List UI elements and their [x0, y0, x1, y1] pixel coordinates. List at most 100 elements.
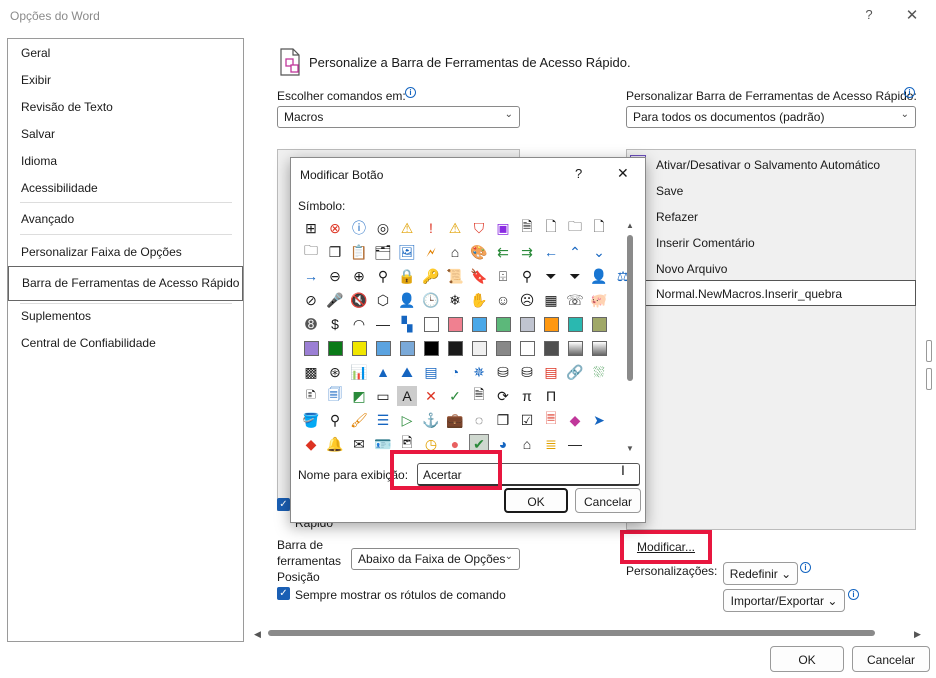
- color-swatch[interactable]: [325, 338, 345, 358]
- qat-item-redo[interactable]: Refazer: [656, 210, 698, 224]
- sidebar-item-exibir[interactable]: Exibir: [21, 73, 51, 87]
- forward-circle-icon[interactable]: ⊕: [349, 266, 369, 286]
- choose-commands-combo[interactable]: Macros ⌄: [277, 106, 520, 128]
- mountains-icon[interactable]: ⛰: [397, 362, 417, 382]
- paste-icon[interactable]: 📋: [349, 242, 369, 262]
- qat-item-macro[interactable]: Normal.NewMacros.Inserir_quebra: [656, 287, 842, 301]
- info-icon[interactable]: i: [904, 87, 915, 98]
- pi-symbol-icon[interactable]: π: [517, 386, 537, 406]
- bell-icon[interactable]: 🔔: [325, 434, 345, 454]
- double-arrow-left-icon[interactable]: ⇇: [493, 242, 513, 262]
- color-swatch[interactable]: [541, 314, 561, 334]
- dialog-close-button[interactable]: ✕: [617, 165, 629, 182]
- target-icon[interactable]: ◎: [373, 218, 393, 238]
- form-icon[interactable]: ▤: [541, 362, 561, 382]
- checklist-icon[interactable]: ☑: [517, 410, 537, 430]
- search-icon[interactable]: ⚲: [517, 266, 537, 286]
- horizontal-scrollbar[interactable]: ◀ ▶: [254, 626, 926, 640]
- sidebar-item-idioma[interactable]: Idioma: [21, 154, 57, 168]
- scroll-right-icon[interactable]: ▶: [914, 629, 921, 640]
- list-icon[interactable]: ☰: [373, 410, 393, 430]
- scroll-icon[interactable]: 📜: [445, 266, 465, 286]
- import-export-button[interactable]: Importar/Exportar ⌄: [723, 589, 845, 612]
- reset-button[interactable]: Redefinir ⌄: [723, 562, 798, 585]
- info-icon[interactable]: i: [848, 589, 859, 600]
- sidebar-item-salvar[interactable]: Salvar: [21, 127, 55, 141]
- line-icon[interactable]: —: [373, 314, 393, 334]
- scroll-thumb[interactable]: [627, 235, 633, 381]
- check-mark-icon[interactable]: ✓: [445, 386, 465, 406]
- qat-list[interactable]: Ativar/Desativar o Salvamento Automático…: [626, 149, 916, 530]
- flash-document-icon[interactable]: 🗲: [421, 242, 441, 262]
- color-swatch[interactable]: [445, 338, 465, 358]
- folder-open-icon[interactable]: 🗀: [301, 242, 321, 262]
- magnifier-icon[interactable]: ⚲: [325, 410, 345, 430]
- qat-item-new-file[interactable]: Novo Arquivo: [656, 262, 727, 276]
- color-swatch[interactable]: [469, 314, 489, 334]
- sidebar-item-revisao[interactable]: Revisão de Texto: [21, 100, 113, 114]
- arrow-right-icon[interactable]: →: [301, 266, 321, 286]
- toolbar-position-combo[interactable]: Abaixo da Faixa de Opções ⌄: [351, 548, 520, 570]
- house-icon[interactable]: ⌂: [517, 434, 537, 454]
- sad-face-icon[interactable]: ☹: [517, 290, 537, 310]
- doc-edit-icon[interactable]: 🗐: [325, 386, 345, 406]
- color-swatch[interactable]: [421, 314, 441, 334]
- key-icon[interactable]: 🔑: [421, 266, 441, 286]
- scroll-down-icon[interactable]: ▼: [626, 444, 634, 453]
- microphone-icon[interactable]: 🎤: [325, 290, 345, 310]
- save-icon[interactable]: ▣: [493, 218, 513, 238]
- calculator-icon[interactable]: ▦: [541, 290, 561, 310]
- filter-icon[interactable]: ⏷: [541, 266, 561, 286]
- folder-icon[interactable]: 🗀: [565, 218, 585, 238]
- snowflake-icon[interactable]: ❄: [445, 290, 465, 310]
- cancel-button[interactable]: Cancelar: [852, 646, 930, 672]
- dialog-help-button[interactable]: ?: [575, 166, 582, 181]
- home-icon[interactable]: ⌂: [445, 242, 465, 262]
- color-swatch[interactable]: [565, 338, 585, 358]
- window-icon[interactable]: ▭: [373, 386, 393, 406]
- copy-icon[interactable]: ❐: [325, 242, 345, 262]
- document-check-icon[interactable]: 🗎: [517, 218, 537, 238]
- sidebar-item-avancado[interactable]: Avançado: [21, 212, 74, 226]
- back-circle-icon[interactable]: ⊖: [325, 266, 345, 286]
- color-swatch[interactable]: [301, 338, 321, 358]
- doc-flag-icon[interactable]: 🗏: [541, 410, 561, 430]
- scroll-up-icon[interactable]: ▲: [626, 221, 634, 230]
- color-swatch[interactable]: [397, 338, 417, 358]
- org-chart-icon[interactable]: ⊞: [301, 218, 321, 238]
- shield-icon[interactable]: ⛉: [469, 218, 489, 238]
- funnel-icon[interactable]: ⏷: [565, 266, 585, 286]
- paint-bucket-icon[interactable]: 🪣: [301, 410, 321, 430]
- color-swatch[interactable]: [517, 314, 537, 334]
- dialog-ok-button[interactable]: OK: [504, 488, 568, 513]
- info-icon[interactable]: i: [800, 562, 811, 573]
- folders-icon[interactable]: 🗂: [373, 242, 393, 262]
- clock-icon[interactable]: 🕒: [421, 290, 441, 310]
- contact-icon[interactable]: 👤: [589, 266, 609, 286]
- number-eight-icon[interactable]: ➑: [301, 314, 321, 334]
- checker-icon[interactable]: ▩: [301, 362, 321, 382]
- eraser-icon[interactable]: ◆: [565, 410, 585, 430]
- help-button[interactable]: ?: [862, 7, 876, 22]
- no-entry-icon[interactable]: ⊘: [301, 290, 321, 310]
- person-icon[interactable]: 👤: [397, 290, 417, 310]
- bookmark-icon[interactable]: 🔖: [469, 266, 489, 286]
- color-swatch[interactable]: [589, 338, 609, 358]
- arrow-left-icon[interactable]: ←: [541, 242, 561, 262]
- exclamation-icon[interactable]: !: [421, 218, 441, 238]
- pin-icon[interactable]: ⚲: [373, 266, 393, 286]
- database-icon[interactable]: ⛁: [517, 362, 537, 382]
- double-arrow-right-icon[interactable]: ⇉: [517, 242, 537, 262]
- sidebar-item-suplementos[interactable]: Suplementos: [21, 309, 91, 323]
- palette-icon[interactable]: 🎨: [469, 242, 489, 262]
- color-swatch[interactable]: [493, 338, 513, 358]
- qat-item-autosave[interactable]: Ativar/Desativar o Salvamento Automático: [656, 158, 880, 172]
- color-swatch[interactable]: [373, 338, 393, 358]
- dialog-cancel-button[interactable]: Cancelar: [575, 488, 641, 513]
- show-qat-checkbox[interactable]: ✓: [277, 498, 290, 511]
- x-mark-icon[interactable]: ✕: [421, 386, 441, 406]
- briefcase-icon[interactable]: 💼: [445, 410, 465, 430]
- move-handle[interactable]: [926, 368, 932, 390]
- pi-large-icon[interactable]: Π: [541, 386, 561, 406]
- chevron-down-icon[interactable]: ⌄: [589, 242, 609, 262]
